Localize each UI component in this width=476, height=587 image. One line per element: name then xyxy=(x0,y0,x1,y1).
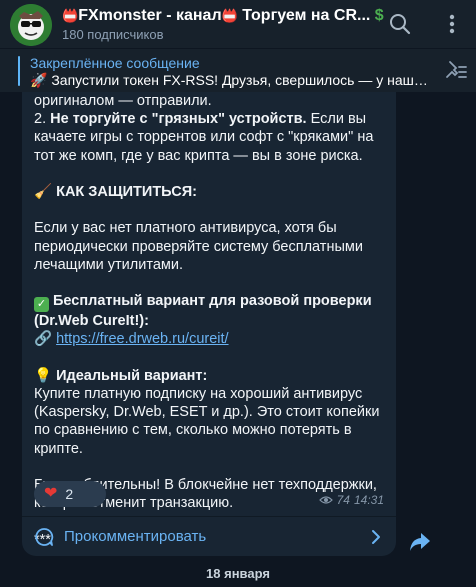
drweb-link[interactable]: https://free.drweb.ru/cureit/ xyxy=(56,331,228,347)
name-badge-icon: 📛 xyxy=(62,8,79,23)
search-icon xyxy=(390,14,411,35)
eye-icon xyxy=(318,496,333,504)
heart-icon: ❤ xyxy=(44,485,58,502)
date-separator: 18 января xyxy=(206,566,270,581)
channel-title: 📛FXmonster - канал📛 Торгуем на CR... $ xyxy=(62,7,384,24)
broom-icon: 🧹 xyxy=(34,184,53,200)
pinned-text: 🚀 Запустили токен FX-RSS! Друзья, сверши… xyxy=(30,72,430,88)
message-meta: 74 14:31 xyxy=(318,493,384,507)
reaction-count: 2 xyxy=(65,486,74,502)
share-arrow-icon xyxy=(410,533,430,551)
name-badge-icon: 📛 xyxy=(221,8,238,23)
check-mark-icon: ✓ xyxy=(34,297,49,313)
subscriber-count: 180 подписчиков xyxy=(62,27,164,42)
chat-title-area[interactable]: 📛FXmonster - канал📛 Торгуем на CR... $ 1… xyxy=(62,6,392,43)
channel-avatar[interactable] xyxy=(10,4,52,46)
dollar-icon: $ xyxy=(374,7,384,24)
link-icon: 🔗 xyxy=(34,331,53,348)
pinned-label: Закреплённое сообщение xyxy=(30,55,200,71)
message-bubble: оригиналом — отправили. 2. Не торгуйте с… xyxy=(22,92,396,556)
reaction-heart[interactable]: ❤ 2 xyxy=(34,481,106,507)
comment-icon xyxy=(35,528,54,546)
comments-button[interactable]: Прокомментировать xyxy=(22,516,396,556)
chat-header: 📛FXmonster - канал📛 Торгуем на CR... $ 1… xyxy=(0,0,476,48)
comments-label: Прокомментировать xyxy=(64,528,207,545)
more-vertical-icon xyxy=(449,14,455,34)
forward-button[interactable] xyxy=(406,528,434,556)
view-count: 74 xyxy=(336,493,350,507)
chevron-right-icon xyxy=(372,530,380,544)
pinned-list-button[interactable] xyxy=(444,59,468,83)
pin-list-icon xyxy=(446,61,467,78)
pinned-message-bar[interactable]: Закреплённое сообщение 🚀 Запустили токен… xyxy=(0,48,476,92)
search-button[interactable] xyxy=(386,10,414,38)
more-button[interactable] xyxy=(438,10,466,38)
pinned-indicator xyxy=(18,56,20,86)
lightbulb-icon: 💡 xyxy=(34,367,53,384)
message-time: 14:31 xyxy=(353,493,384,507)
